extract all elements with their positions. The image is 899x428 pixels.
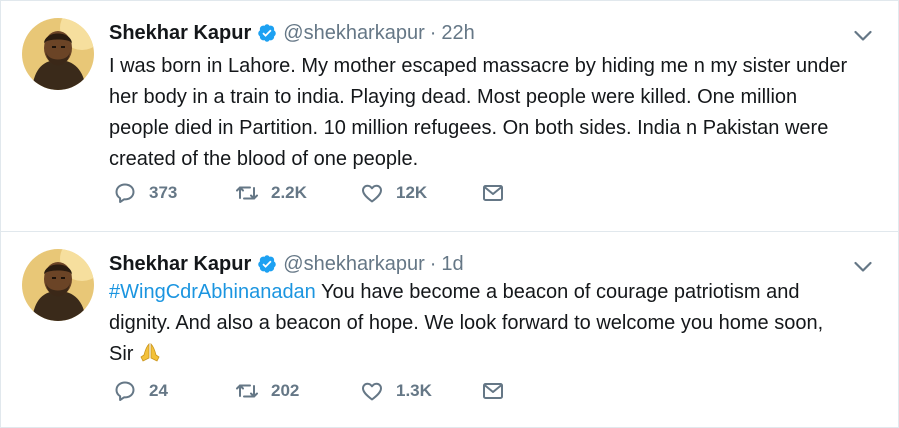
- folded-hands-emoji-icon: [137, 341, 163, 363]
- direct-message-button[interactable]: [481, 379, 505, 403]
- chevron-down-icon[interactable]: [854, 29, 872, 41]
- avatar[interactable]: [22, 249, 94, 321]
- tweet-text: I was born in Lahore. My mother escaped …: [109, 55, 848, 170]
- retweet-count: 2.2K: [271, 183, 307, 202]
- like-count: 1.3K: [396, 381, 432, 400]
- separator-dot: ·: [429, 22, 437, 44]
- reply-icon: [113, 379, 137, 403]
- author-name[interactable]: Shekhar Kapur: [109, 252, 251, 276]
- tweet-timestamp[interactable]: 22h: [441, 21, 474, 45]
- envelope-icon: [481, 379, 505, 403]
- heart-icon: [360, 379, 384, 403]
- tweet-timestamp[interactable]: 1d: [441, 252, 463, 276]
- hashtag-link[interactable]: #WingCdrAbhinanadan: [109, 281, 316, 303]
- retweet-icon: [235, 379, 259, 403]
- reply-icon: [113, 181, 137, 205]
- reply-count: 373: [149, 183, 178, 202]
- tweet-text: #WingCdrAbhinanadan You have become a be…: [109, 277, 849, 370]
- retweet-button[interactable]: 202: [235, 379, 299, 403]
- verified-badge-icon: [257, 254, 277, 274]
- tweet-header: Shekhar Kapur @shekharkapur · 22h: [109, 21, 475, 45]
- retweet-icon: [235, 181, 259, 205]
- direct-message-button[interactable]: [481, 181, 505, 205]
- author-name[interactable]: Shekhar Kapur: [109, 21, 251, 45]
- chevron-down-icon[interactable]: [854, 260, 872, 272]
- envelope-icon: [481, 181, 505, 205]
- retweet-button[interactable]: 2.2K: [235, 181, 307, 205]
- tweet[interactable]: Shekhar Kapur @shekharkapur · 22h I was …: [1, 1, 898, 232]
- heart-icon: [360, 181, 384, 205]
- verified-badge-icon: [257, 23, 277, 43]
- like-button[interactable]: 12K: [360, 181, 427, 205]
- tweet-header: Shekhar Kapur @shekharkapur · 1d: [109, 252, 464, 276]
- reply-count: 24: [149, 381, 168, 400]
- avatar[interactable]: [22, 18, 94, 90]
- like-button[interactable]: 1.3K: [360, 379, 432, 403]
- tweet[interactable]: Shekhar Kapur @shekharkapur · 1d #WingCd…: [1, 232, 898, 427]
- like-count: 12K: [396, 183, 428, 202]
- author-handle[interactable]: @shekharkapur: [283, 21, 424, 45]
- author-handle[interactable]: @shekharkapur: [283, 252, 424, 276]
- timeline: Shekhar Kapur @shekharkapur · 22h I was …: [0, 0, 899, 428]
- retweet-count: 202: [271, 381, 300, 400]
- reply-button[interactable]: 373: [113, 181, 177, 205]
- separator-dot: ·: [429, 253, 437, 275]
- reply-button[interactable]: 24: [113, 379, 168, 403]
